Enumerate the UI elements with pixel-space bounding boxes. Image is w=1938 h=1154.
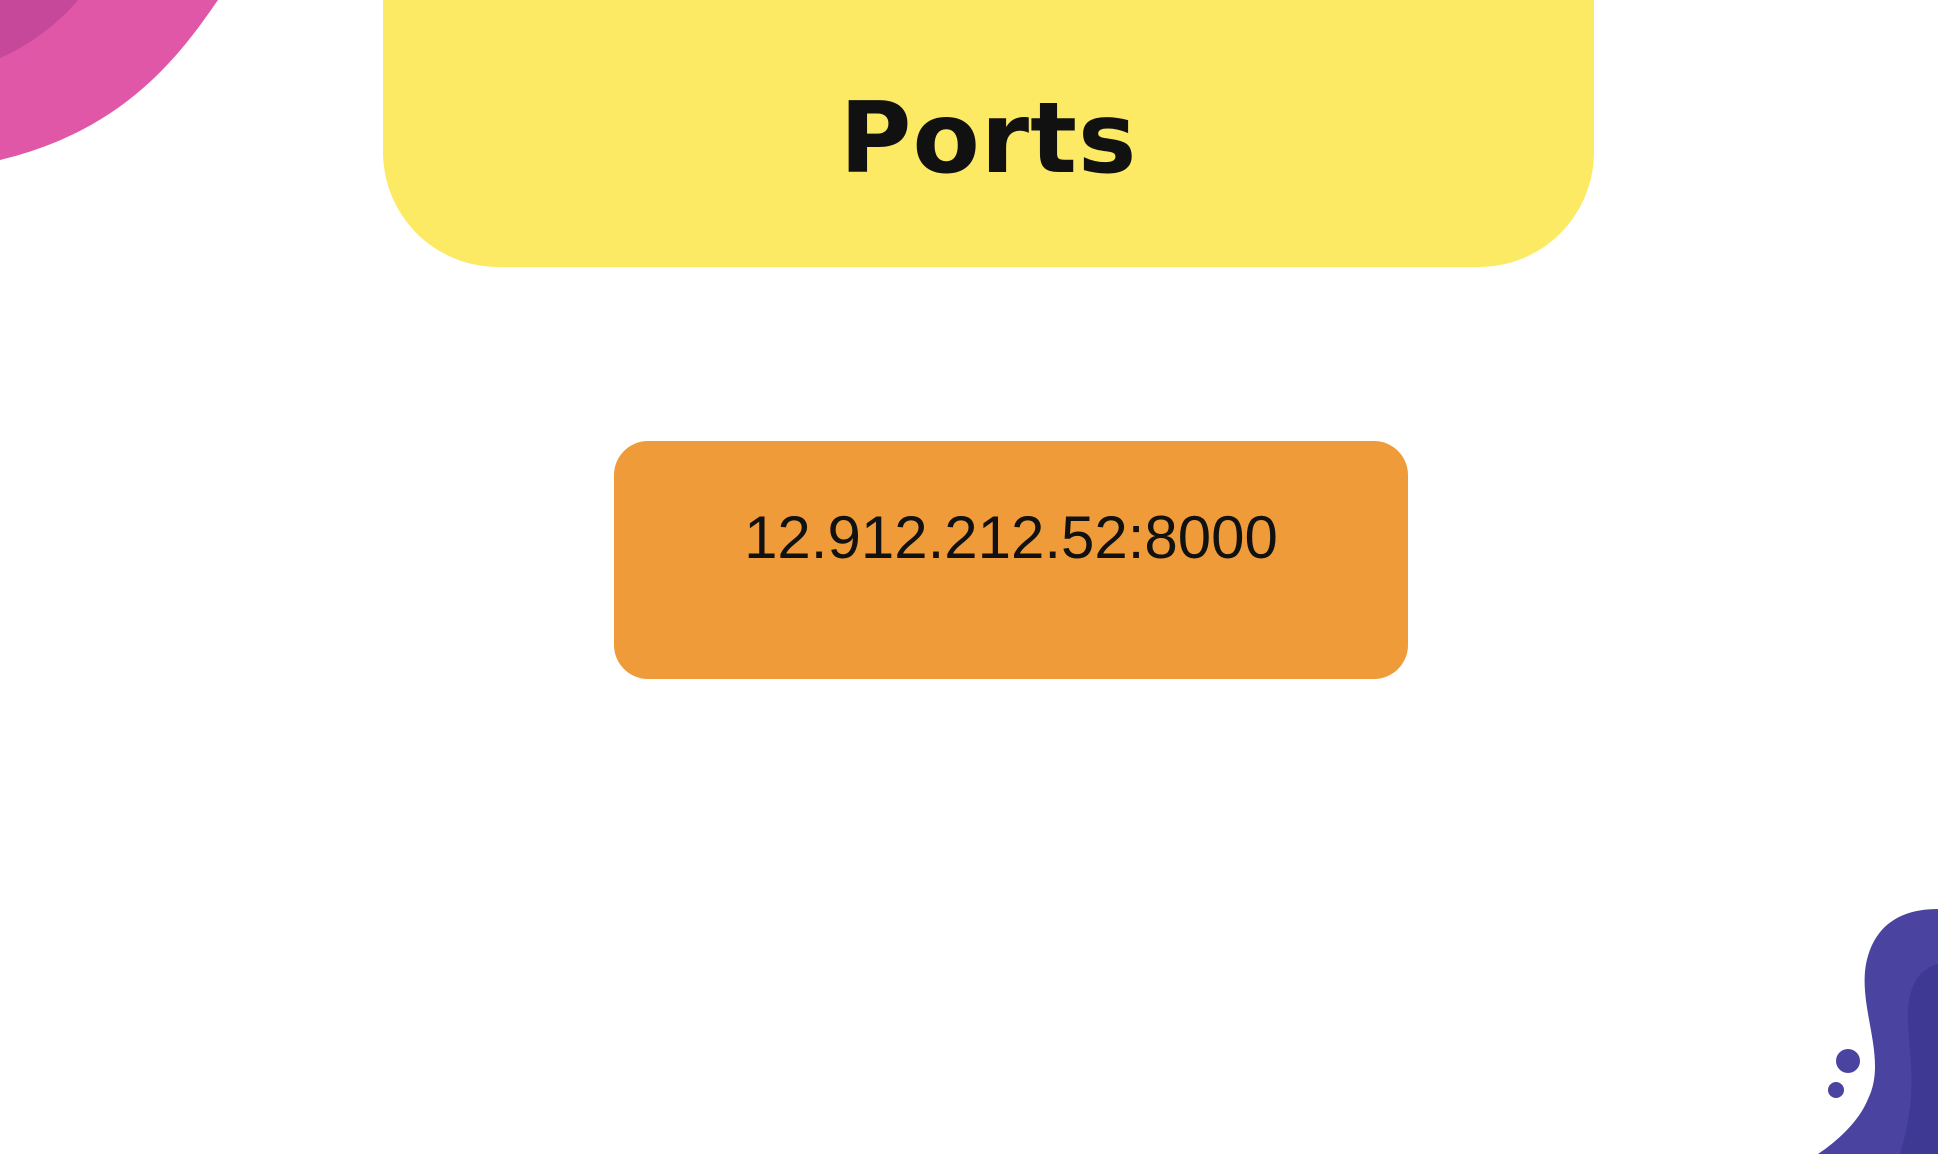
purple-decorative-blob (1818, 909, 1938, 1154)
purple-dot-large (1836, 1049, 1860, 1073)
slide: Ports 12.912.212.52:8000 (0, 0, 1938, 1154)
page-title: Ports (839, 81, 1138, 196)
address-box: 12.912.212.52:8000 (614, 441, 1408, 679)
title-card: Ports (383, 0, 1594, 267)
purple-dot-small (1828, 1082, 1844, 1098)
ip-port-address: 12.912.212.52:8000 (744, 504, 1278, 571)
pink-decorative-blob (0, 0, 218, 160)
